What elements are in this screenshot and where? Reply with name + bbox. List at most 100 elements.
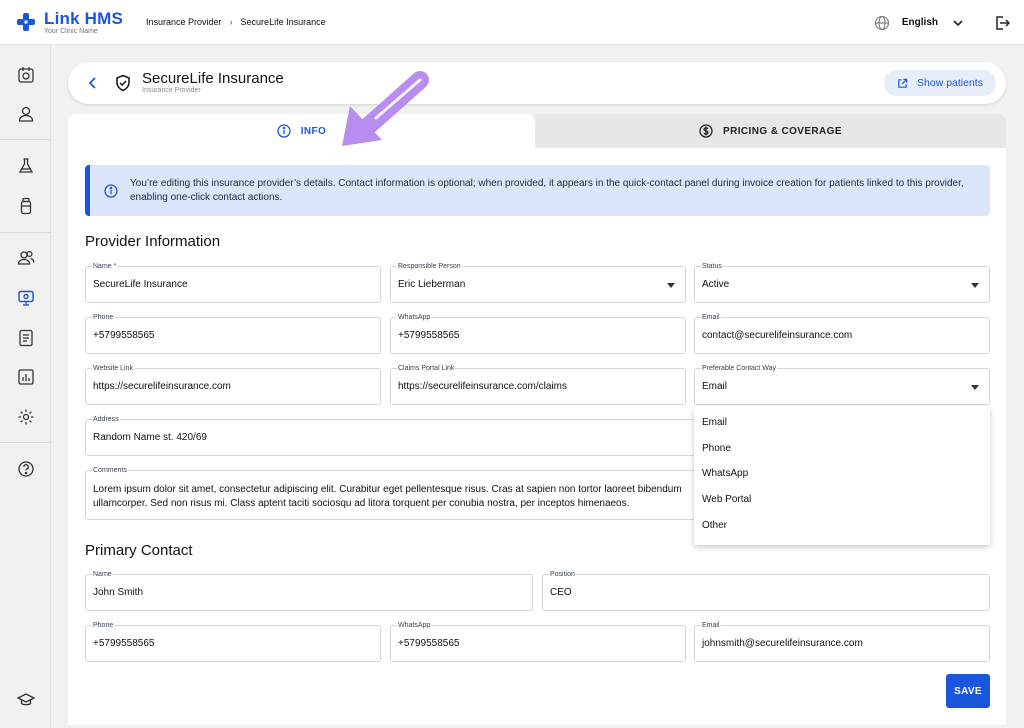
phone-label: Phone	[92, 313, 115, 322]
claims-portal-value: https://securelifeinsurance.com/claims	[398, 381, 567, 392]
calendar-icon	[17, 66, 34, 83]
contact-way-select[interactable]: Preferable Contact Way Email	[694, 364, 990, 405]
logout-icon[interactable]	[994, 15, 1010, 31]
contact-position-field[interactable]: Position CEO	[542, 570, 990, 611]
status-label: Status	[701, 262, 723, 271]
bottle-icon	[20, 197, 31, 214]
banner-text: You’re editing this insurance provider’s…	[130, 177, 964, 203]
contact-way-value: Email	[702, 381, 728, 392]
whatsapp-field[interactable]: WhatsApp +5799558565	[390, 313, 686, 354]
email-value: contact@securelifeinsurance.com	[702, 330, 853, 341]
claims-portal-field[interactable]: Claims Portal Link https://securelifeins…	[390, 364, 686, 405]
back-arrow-icon[interactable]	[86, 76, 100, 90]
show-patients-button[interactable]: Show patients	[884, 70, 996, 96]
phone-field[interactable]: Phone +5799558565	[85, 313, 381, 354]
contact-phone-field[interactable]: Phone +5799558565	[85, 621, 381, 662]
external-link-icon	[898, 78, 908, 88]
report-icon	[18, 329, 33, 346]
name-value: SecureLife Insurance	[93, 279, 188, 290]
sidebar-item-pharmacy[interactable]	[16, 196, 35, 215]
provider-header: SecureLife Insurance Insurance Provider …	[68, 62, 1006, 104]
status-value: Active	[702, 279, 730, 290]
flask-icon	[18, 157, 33, 173]
phone-value: +5799558565	[93, 330, 155, 341]
contact-whatsapp-value: +5799558565	[398, 638, 460, 649]
graduation-cap-icon	[16, 692, 35, 705]
contact-name-value: John Smith	[93, 587, 144, 598]
help-icon	[17, 460, 34, 477]
top-bar: Link HMS Your Clinic Name Insurance Prov…	[0, 0, 1024, 45]
contact-whatsapp-label: WhatsApp	[397, 621, 432, 630]
show-patients-label: Show patients	[917, 77, 983, 89]
contact-position-label: Position	[549, 570, 576, 579]
dropdown-option-whatsapp[interactable]: WhatsApp	[694, 461, 990, 487]
website-link-value: https://securelifeinsurance.com	[93, 381, 231, 392]
name-label: Name *	[92, 262, 118, 271]
contact-section-title: Primary Contact	[85, 542, 193, 559]
monitor-icon	[17, 290, 34, 306]
dropdown-arrow-icon	[971, 385, 979, 390]
sidebar-item-calendar[interactable]	[16, 65, 35, 84]
dropdown-option-email[interactable]: Email	[694, 410, 990, 436]
comments-value: Lorem ipsum dolor sit amet, consectetur …	[93, 484, 682, 509]
contact-phone-label: Phone	[92, 621, 115, 630]
sidebar	[0, 45, 51, 728]
annotation-arrow-icon	[342, 71, 429, 146]
responsible-person-value: Eric Lieberman	[398, 279, 466, 290]
sidebar-item-user[interactable]	[16, 104, 35, 123]
whatsapp-label: WhatsApp	[397, 313, 432, 322]
app-logo[interactable]: Link HMS Your Clinic Name	[16, 10, 146, 35]
address-label: Address	[92, 415, 120, 424]
name-field[interactable]: Name * SecureLife Insurance	[85, 262, 381, 303]
info-icon	[277, 124, 291, 138]
contact-whatsapp-field[interactable]: WhatsApp +5799558565	[390, 621, 686, 662]
sidebar-item-lab[interactable]	[16, 156, 35, 175]
email-field[interactable]: Email contact@securelifeinsurance.com	[694, 313, 990, 354]
status-select[interactable]: Status Active	[694, 262, 990, 303]
dropdown-option-phone[interactable]: Phone	[694, 436, 990, 462]
tab-info[interactable]: INFO	[68, 114, 535, 148]
info-panel: You’re editing this insurance provider’s…	[68, 148, 1006, 725]
address-value: Random Name st. 420/69	[93, 432, 207, 443]
sidebar-item-settings[interactable]	[16, 407, 35, 426]
breadcrumb-item-insurance-provider[interactable]: Insurance Provider	[146, 17, 222, 27]
contact-name-label: Name	[92, 570, 113, 579]
website-link-field[interactable]: Website Link https://securelifeinsurance…	[85, 364, 381, 405]
sidebar-item-analytics[interactable]	[16, 367, 35, 386]
contact-position-value: CEO	[550, 587, 572, 598]
contact-email-field[interactable]: Email johnsmith@securelifeinsurance.com	[694, 621, 990, 662]
contact-way-label: Preferable Contact Way	[701, 364, 778, 373]
sidebar-item-learning[interactable]	[16, 690, 35, 709]
tab-pricing-coverage[interactable]: PRICING & COVERAGE	[535, 114, 1006, 148]
save-button[interactable]: SAVE	[946, 674, 990, 708]
globe-icon[interactable]	[874, 15, 890, 31]
app-subtitle: Your Clinic Name	[44, 27, 98, 35]
app-name: Link HMS	[44, 8, 124, 28]
gear-icon	[18, 409, 33, 424]
dropdown-arrow-icon	[971, 283, 979, 288]
provider-section-title: Provider Information	[85, 233, 221, 250]
contact-email-label: Email	[701, 621, 721, 630]
website-link-label: Website Link	[92, 364, 134, 373]
tab-info-label: INFO	[300, 125, 327, 137]
responsible-person-label: Responsible Person	[397, 262, 462, 271]
user-icon	[18, 106, 33, 122]
dropdown-option-other[interactable]: Other	[694, 512, 990, 538]
dropdown-option-web-portal[interactable]: Web Portal	[694, 487, 990, 513]
tab-pricing-label: PRICING & COVERAGE	[723, 125, 842, 137]
chart-icon	[17, 368, 34, 385]
contact-way-dropdown-menu: Email Phone WhatsApp Web Portal Other	[694, 406, 990, 545]
sidebar-item-patients[interactable]	[16, 248, 35, 267]
language-selector[interactable]: English	[902, 17, 938, 28]
info-icon	[104, 183, 118, 198]
responsible-person-select[interactable]: Responsible Person Eric Lieberman	[390, 262, 686, 303]
claims-portal-label: Claims Portal Link	[397, 364, 456, 373]
whatsapp-value: +5799558565	[398, 330, 460, 341]
sidebar-item-insurance[interactable]	[16, 288, 35, 307]
breadcrumb: Insurance Provider › SecureLife Insuranc…	[146, 17, 326, 27]
contact-email-value: johnsmith@securelifeinsurance.com	[702, 638, 863, 649]
chevron-down-icon[interactable]	[952, 17, 964, 29]
sidebar-item-reports[interactable]	[16, 328, 35, 347]
sidebar-item-help[interactable]	[16, 459, 35, 478]
contact-name-field[interactable]: Name John Smith	[85, 570, 533, 611]
